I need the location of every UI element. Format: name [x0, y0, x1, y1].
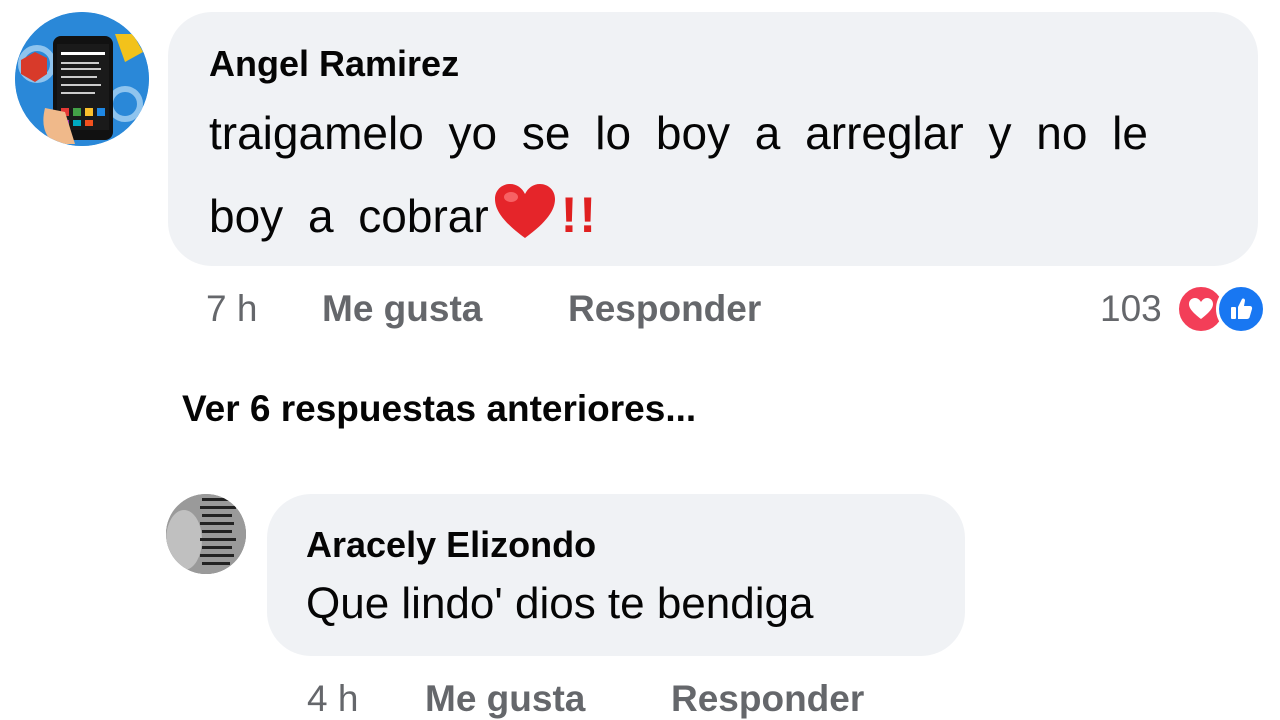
comment-text-segment: boy a cobrar	[209, 190, 489, 242]
like-icon	[1215, 284, 1266, 334]
comment-author[interactable]: Aracely Elizondo	[306, 522, 925, 568]
comment-text: Que lindo' dios te bendiga	[306, 579, 814, 628]
like-button[interactable]: Me gusta	[322, 288, 568, 330]
reaction-summary[interactable]: 103	[1100, 284, 1266, 334]
comment-bubble: Aracely Elizondo Que lindo' dios te bend…	[267, 494, 965, 656]
like-button[interactable]: Me gusta	[425, 678, 671, 720]
reaction-count: 103	[1100, 288, 1162, 329]
comment-bubble: Angel Ramirez traigamelo yo se lo boy a …	[168, 12, 1258, 266]
reply-button[interactable]: Responder	[671, 678, 864, 720]
red-heart-icon	[493, 182, 557, 265]
reply-button[interactable]: Responder	[568, 288, 761, 330]
avatar-text-image-icon	[166, 494, 246, 574]
comment-timestamp[interactable]: 4 h	[307, 678, 425, 720]
comment-actions: 4 h Me gusta Responder	[307, 674, 864, 720]
comment-thread: Angel Ramirez traigamelo yo se lo boy a …	[0, 0, 1280, 720]
view-previous-replies-link[interactable]: Ver 6 respuestas anteriores...	[182, 388, 696, 430]
comment-text-line-2: boy a cobrar!!	[209, 174, 1218, 265]
avatar[interactable]	[15, 12, 149, 146]
comment-text-line: traigamelo yo se lo boy a arreglar y no …	[209, 107, 1148, 159]
exclamation-icon: !!	[560, 187, 599, 243]
comment-timestamp[interactable]: 7 h	[206, 288, 322, 330]
avatar[interactable]	[166, 494, 246, 574]
comment-actions: 7 h Me gusta Responder	[206, 284, 761, 334]
avatar-phone-icon	[15, 12, 149, 146]
comment-text: traigamelo yo se lo boy a arreglar y no …	[209, 92, 1218, 265]
comment-author[interactable]: Angel Ramirez	[209, 42, 1218, 86]
